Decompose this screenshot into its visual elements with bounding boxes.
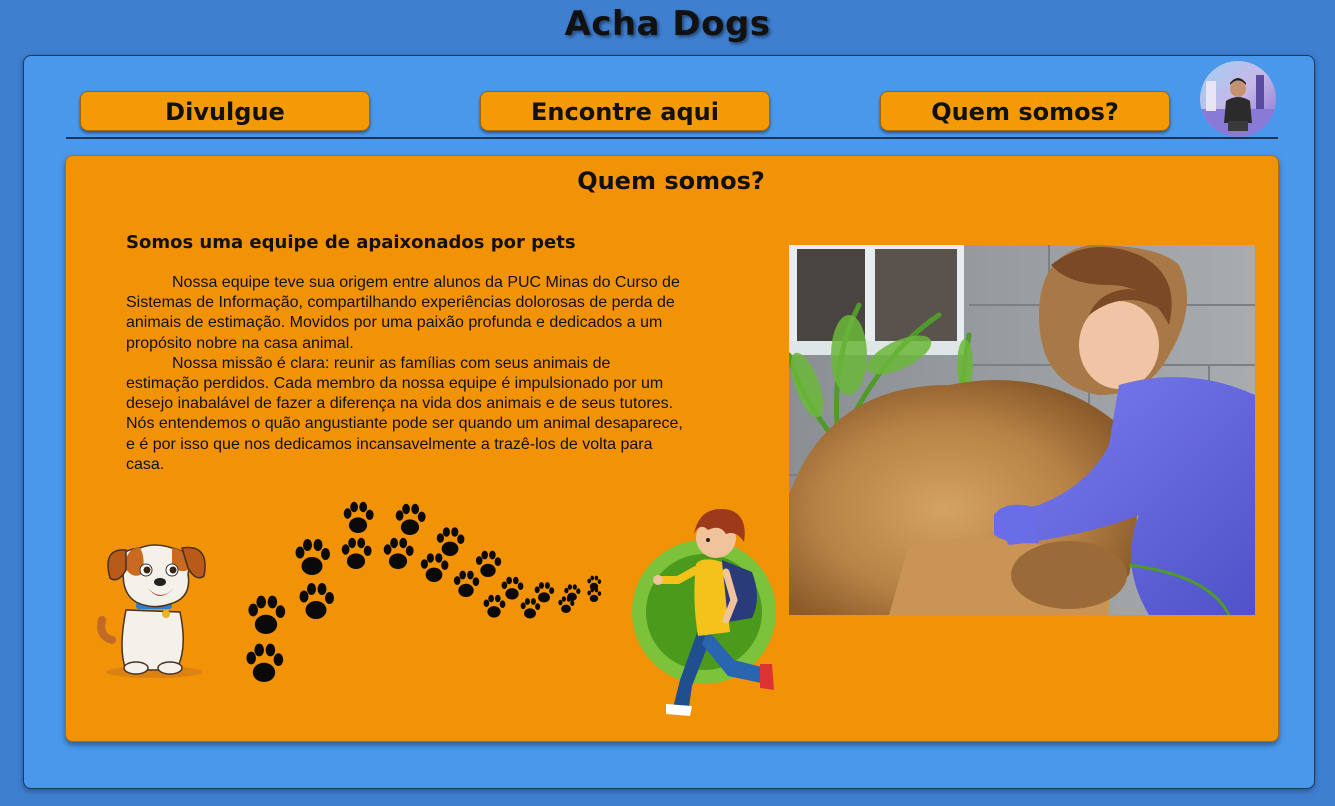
about-text: Nossa equipe teve sua origem entre aluno…: [126, 273, 686, 475]
cartoon-dog-illustration: [97, 544, 206, 678]
site-title: Acha Dogs: [564, 4, 771, 44]
boy-hugging-dog-photo: [789, 245, 1255, 615]
nav-quem-somos-button[interactable]: Quem somos?: [880, 91, 1170, 131]
nav-divider: [66, 137, 1278, 139]
about-paragraph: Nossa missão é clara: reunir as famílias…: [126, 354, 683, 473]
user-avatar[interactable]: [1200, 61, 1276, 137]
about-paragraph: Nossa equipe teve sua origem entre aluno…: [126, 274, 680, 352]
about-heading: Somos uma equipe de apaixonados por pets: [126, 232, 576, 253]
nav-encontre-aqui-button[interactable]: Encontre aqui: [480, 91, 770, 131]
running-boy-illustration: [632, 509, 776, 716]
nav-divulgue-button[interactable]: Divulgue: [80, 91, 370, 131]
about-title: Quem somos?: [577, 167, 765, 195]
avatar-image: [1200, 61, 1276, 137]
paw-prints-trail-icon: [246, 501, 602, 682]
